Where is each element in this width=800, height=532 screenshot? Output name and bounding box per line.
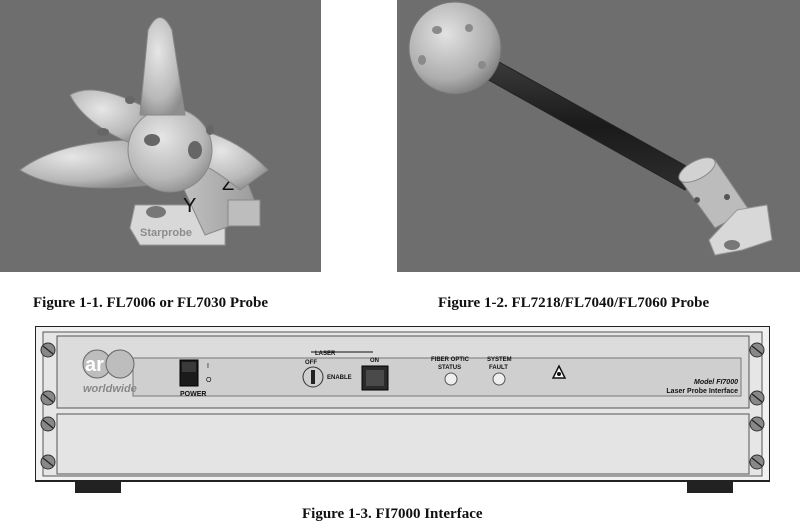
figure-1-1-caption: Figure 1-1. FL7006 or FL7030 Probe [33,295,268,311]
ball-probe-illustration [408,1,773,256]
logo-worldwide-text: worldwide [83,383,137,395]
starprobe-brand-text: Starprobe [140,227,192,239]
fiber-optic-label-line1: FIBER OPTIC [431,357,470,363]
figure-1-2-caption: Figure 1-2. FL7218/FL7040/FL7060 Probe [438,295,710,311]
power-label: POWER [180,391,206,398]
figure-1-3-caption: Figure 1-3. FI7000 Interface [302,506,483,522]
fiber-optic-label-line2: STATUS [438,365,461,371]
model-description: Laser Probe Interface [666,388,738,395]
figure-1-2-image [397,0,800,272]
system-fault-label-line1: SYSTEM [487,357,512,363]
figure-1-3-image: ar worldwide I O POWER LASER OFF ENABLE … [34,325,771,494]
power-switch-on-mark: I [207,363,209,370]
power-switch-off-mark: O [206,377,212,384]
svg-text:ar: ar [85,354,104,376]
system-fault-led [492,372,506,386]
laser-off-label: OFF [305,360,317,366]
laser-on-label: ON [370,358,379,364]
figure-1-1-image: Starprobe Y Z [0,0,321,272]
laser-group-title: LASER [315,351,336,357]
fiber-optic-status-led [444,372,458,386]
system-fault-label-line2: FAULT [489,365,508,371]
fi7000-front-panel: ar worldwide I O POWER LASER OFF ENABLE … [34,325,771,493]
y-axis-label: Y [183,195,196,217]
model-name: Model FI7000 [694,379,738,386]
laser-enable-label: ENABLE [327,375,352,381]
starprobe-illustration: Starprobe Y Z [19,17,269,246]
